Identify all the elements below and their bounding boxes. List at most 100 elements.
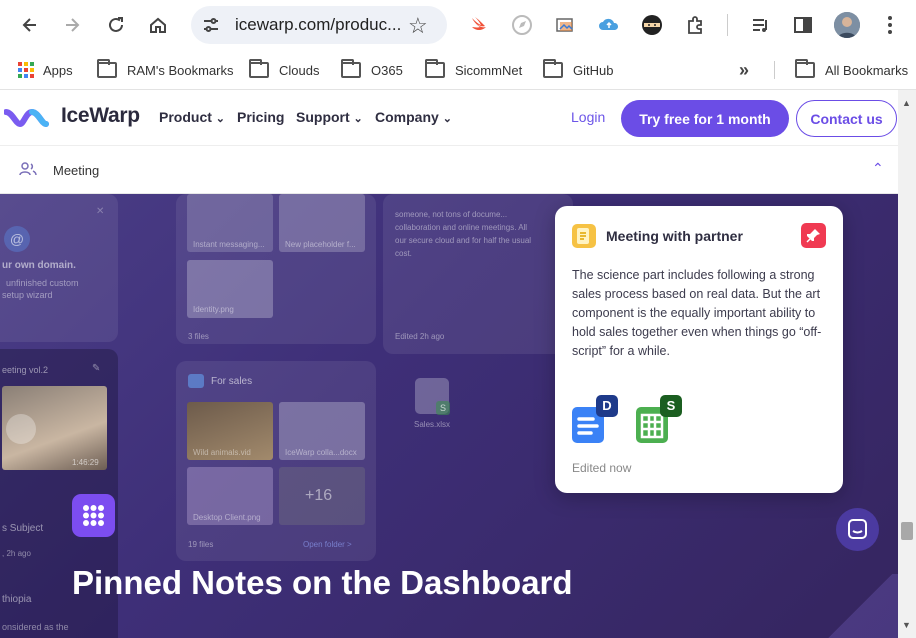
more-files-count: +16 [305,487,333,504]
pinned-note-card[interactable]: Meeting with partner The science part in… [555,206,843,493]
page-scrollbar[interactable]: ▲ ▼ [898,90,916,638]
file-caption: IceWarp colla...docx [285,448,357,457]
nav-label: Product [159,109,212,125]
domain-desc: setup wizard [2,290,53,300]
chevron-up-icon[interactable]: ⌃ [872,160,884,177]
ethiopia-label: thiopia [2,594,32,605]
note-body: The science part includes following a st… [572,268,822,358]
file-caption: New placeholder f... [285,240,356,249]
star-icon[interactable]: ☆ [408,13,428,39]
product-subnav: Meeting ⌃ [0,146,898,194]
file-caption: Wild animals.vid [193,448,251,457]
home-icon[interactable] [142,9,174,41]
bookmark-label: Clouds [279,62,320,78]
folder-icon [188,374,204,388]
edited-status: Edited now [572,461,632,475]
reload-icon[interactable] [100,9,132,41]
bookmark-label: RAM's Bookmarks [127,62,234,78]
nav-product[interactable]: Product ⌄ [159,109,225,125]
media-icon[interactable] [749,13,773,37]
chevron-down-icon: ⌄ [215,113,225,125]
video-duration: 1:46:29 [72,458,99,467]
address-bar[interactable]: icewarp.com/produc... ☆ [191,6,447,44]
chevron-down-icon: ⌄ [442,113,452,125]
domain-desc: unfinished custom [6,278,79,288]
scroll-up-icon[interactable]: ▲ [902,98,911,108]
folder-title: For sales [211,376,253,387]
icewarp-logo-icon[interactable] [4,108,54,128]
docs-file-icon[interactable]: D [572,395,618,445]
sheets-file-icon[interactable]: S [636,395,682,445]
apps-grid-icon [18,62,34,78]
bookmark-clouds[interactable]: Clouds [249,59,319,81]
bookmark-all[interactable]: All Bookmarks [795,59,908,81]
domain-title: ur own domain. [2,260,76,271]
try-free-button[interactable]: Try free for 1 month [621,100,789,137]
forward-icon[interactable] [56,9,88,41]
bookmarks-overflow-icon[interactable]: » [739,59,749,81]
browser-toolbar: icewarp.com/produc... ☆ [0,0,916,50]
bookmark-apps[interactable]: Apps [17,59,73,81]
folder-icon [795,59,815,78]
swift-icon[interactable] [468,13,492,37]
nav-pricing[interactable]: Pricing [237,109,284,125]
site-header: IceWarp Product ⌄ Pricing Support ⌄ Comp… [0,90,898,146]
bookmark-label: O365 [371,62,403,78]
cloud-upload-icon[interactable] [597,13,621,37]
bookmark-sicommnet[interactable]: SicommNet [425,59,522,81]
close-icon: ✕ [96,206,105,217]
decorative-corner [820,574,898,638]
folder-icon [543,59,563,78]
doc-text: someone, not tons of docume... [395,210,508,219]
subnav-label[interactable]: Meeting [53,163,99,178]
login-link[interactable]: Login [571,109,605,125]
site-logo[interactable]: IceWarp [61,104,140,128]
extensions-icon[interactable] [684,13,708,37]
back-icon[interactable] [14,9,46,41]
chat-widget-button[interactable] [836,508,879,551]
file-count: 19 files [188,540,214,549]
compass-icon[interactable] [510,13,534,37]
at-icon: @ [4,226,30,252]
folder-icon [425,59,445,78]
sheet-badge-icon: S [436,401,450,415]
bookmark-label: SicommNet [455,62,523,78]
hero-heading: Pinned Notes on the Dashboard [72,564,573,601]
scrollbar-thumb[interactable] [901,522,913,540]
subject-label: s Subject [2,523,44,534]
folder-icon [341,59,361,78]
people-icon [19,162,37,176]
nav-support[interactable]: Support ⌄ [296,109,363,125]
bookmark-github[interactable]: GitHub [543,59,613,81]
nav-label: Company [375,109,439,125]
play-icon [6,414,36,444]
note-title: Meeting with partner [606,228,743,244]
chat-icon [848,519,867,539]
apps-grid-button[interactable] [72,494,115,537]
bookmark-label: All Bookmarks [825,62,909,78]
grid-icon [83,505,104,526]
site-settings-icon[interactable] [201,15,221,35]
file-caption: Desktop Client.png [193,513,261,522]
gallery-icon[interactable] [553,13,577,37]
folder-icon [97,59,117,78]
bookmark-rams[interactable]: RAM's Bookmarks [97,59,234,81]
doc-badge: D [596,395,618,417]
ninja-icon[interactable] [640,13,664,37]
nav-company[interactable]: Company ⌄ [375,109,452,125]
pin-icon[interactable] [801,223,826,248]
contact-us-button[interactable]: Contact us [796,100,897,137]
url-text[interactable]: icewarp.com/produc... [235,15,401,35]
more-menu-icon[interactable] [878,13,902,37]
scroll-down-icon[interactable]: ▼ [902,620,911,630]
bookmark-o365[interactable]: O365 [341,59,403,81]
side-panel-icon[interactable] [791,13,815,37]
time-ago: , 2h ago [2,549,31,558]
web-page: IceWarp Product ⌄ Pricing Support ⌄ Comp… [0,90,898,638]
bookmarks-bar: Apps RAM's Bookmarks Clouds O365 SicommN… [0,50,916,90]
sheet-badge: S [660,395,682,417]
meeting-title: eeting vol.2 [2,365,49,375]
edit-icon: ✎ [92,363,101,374]
open-folder-link: Open folder > [303,540,352,549]
profile-avatar[interactable] [834,12,860,38]
